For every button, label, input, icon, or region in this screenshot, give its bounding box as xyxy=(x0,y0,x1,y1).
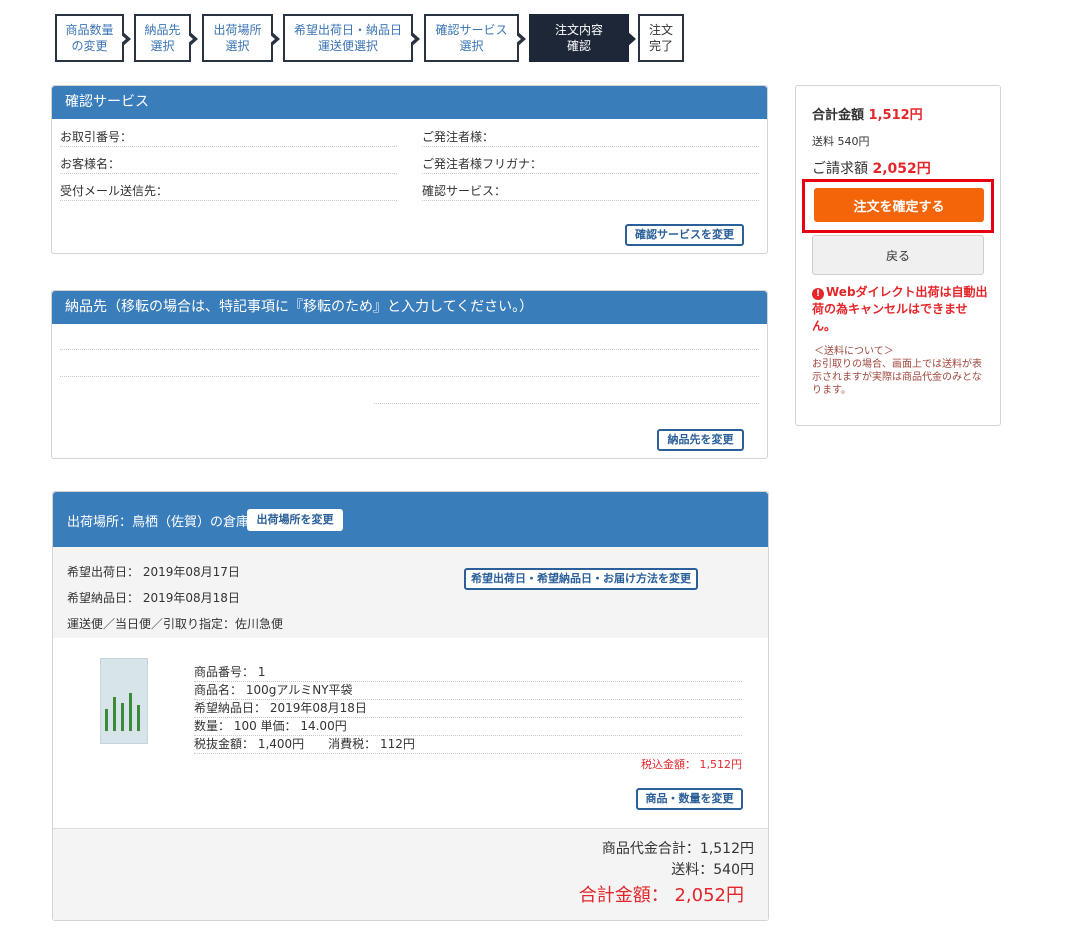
step-complete: 注文 完了 xyxy=(638,14,684,62)
panel-title: 確認サービス xyxy=(52,86,767,119)
step-location[interactable]: 出荷場所 選択 xyxy=(202,14,280,62)
ship-date: 希望出荷日： 2019年08月17日 xyxy=(67,565,240,579)
product-number: 商品番号： 1 xyxy=(194,664,742,682)
step-label: 注文内容 確認 xyxy=(554,23,603,53)
step-date[interactable]: 希望出荷日・納品日 運送便選択 xyxy=(283,14,420,62)
cancel-warning: ! Webダイレクト出荷は自動出荷の為キャンセルはできません。 xyxy=(812,284,990,335)
product-image-stroke xyxy=(105,709,108,731)
change-location-button[interactable]: 出荷場所を変更 xyxy=(247,509,343,531)
bill-value: 2,052円 xyxy=(872,161,931,177)
grand-total: 合計金額： 2,052円 xyxy=(578,885,744,906)
sidebar-shipping: 送料 540円 xyxy=(812,135,870,148)
confirm-highlight: 注文を確定する xyxy=(802,179,994,233)
carrier: 運送便／当日便／引取り指定：佐川急便 xyxy=(67,617,284,631)
step-label: 注文 完了 xyxy=(648,23,673,53)
shipping-panel: 出荷場所：鳥栖（佐賀）の倉庫 出荷場所を変更 希望出荷日： 2019年08月17… xyxy=(52,491,769,921)
tax-included-amount: 税込金額： 1,512円 xyxy=(641,758,742,771)
chevron-right-icon xyxy=(186,31,198,47)
mail-to-field: 受付メール送信先： xyxy=(60,183,397,201)
product-image-stroke xyxy=(129,693,132,731)
product-image xyxy=(100,658,148,744)
item-desired-date: 希望納品日： 2019年08月18日 xyxy=(194,700,742,718)
quantity-unit-price: 数量： 100 単価： 14.00円 xyxy=(194,718,742,736)
step-label: 商品数量 の変更 xyxy=(65,23,114,53)
step-label: 出荷場所 選択 xyxy=(213,23,262,53)
step-service[interactable]: 確認サービス 選択 xyxy=(424,14,526,62)
shipping-location-title: 出荷場所：鳥栖（佐賀）の倉庫 xyxy=(67,515,250,530)
change-service-button[interactable]: 確認サービスを変更 xyxy=(625,224,744,246)
shipping-info: 希望出荷日： 2019年08月17日 希望納品日： 2019年08月18日 運送… xyxy=(53,547,768,638)
shipping-note: ＜送料について＞ お引取りの場合、画面上では送料が表示されますが実際は商品代金の… xyxy=(812,345,990,397)
note-title: ＜送料について＞ xyxy=(814,346,894,357)
product-image-stroke xyxy=(113,697,116,731)
step-label: 希望出荷日・納品日 運送便選択 xyxy=(293,23,402,53)
orderer-kana-field: ご発注者様フリガナ： xyxy=(422,156,759,174)
divider xyxy=(60,349,759,350)
change-date-button[interactable]: 希望出荷日・希望納品日・お届け方法を変更 xyxy=(464,568,698,590)
delivery-date: 希望納品日： 2019年08月18日 xyxy=(67,591,240,605)
exclamation-icon: ! xyxy=(812,288,824,300)
total-label: 合計金額 xyxy=(812,108,865,123)
divider xyxy=(374,403,759,404)
warning-text: Webダイレクト出荷は自動出荷の為キャンセルはできません。 xyxy=(812,285,988,333)
chevron-right-icon xyxy=(627,31,636,47)
totals: 商品代金合計：1,512円 送料：540円 合計金額： 2,052円 xyxy=(53,828,768,920)
shipping-fee: 送料：540円 xyxy=(671,862,754,878)
confirm-order-button[interactable]: 注文を確定する xyxy=(814,188,984,222)
total-value: 1,512円 xyxy=(868,108,923,123)
delivery-panel: 納品先（移転の場合は、特記事項に『移転のため』と入力してください。） 納品先を変… xyxy=(51,290,768,459)
order-number-field: お取引番号： xyxy=(60,129,397,147)
change-delivery-button[interactable]: 納品先を変更 xyxy=(657,429,744,451)
step-label: 確認サービス 選択 xyxy=(435,23,508,53)
product-image-stroke xyxy=(137,705,140,731)
bill-label: ご請求額 xyxy=(812,161,868,177)
change-item-button[interactable]: 商品・数量を変更 xyxy=(636,788,743,810)
step-quantity[interactable]: 商品数量 の変更 xyxy=(55,14,131,62)
product-image-stroke xyxy=(121,703,124,731)
orderer-field: ご発注者様： xyxy=(422,129,759,147)
panel-title: 納品先（移転の場合は、特記事項に『移転のため』と入力してください。） xyxy=(52,291,767,324)
amount-tax: 税抜金額： 1,400円 消費税： 112円 xyxy=(194,736,742,754)
billing-amount: ご請求額 2,052円 xyxy=(812,158,931,178)
service-field: 確認サービス： xyxy=(422,183,759,201)
shipping-header: 出荷場所：鳥栖（佐賀）の倉庫 出荷場所を変更 xyxy=(53,492,768,547)
product-name: 商品名： 100gアルミNY平袋 xyxy=(194,682,742,700)
divider xyxy=(60,376,759,377)
chevron-right-icon xyxy=(119,31,131,47)
total-amount: 合計金額 1,512円 xyxy=(812,104,923,123)
confirm-service-panel: 確認サービス お取引番号： ご発注者様： お客様名： ご発注者様フリガナ： 受付… xyxy=(51,85,768,254)
step-delivery[interactable]: 納品先 選択 xyxy=(134,14,198,62)
customer-name-field: お客様名： xyxy=(60,156,397,174)
step-label: 納品先 選択 xyxy=(144,23,181,53)
chevron-right-icon xyxy=(514,31,526,47)
order-summary: 合計金額 1,512円 送料 540円 ご請求額 2,052円 注文を確定する … xyxy=(795,85,1001,426)
item-row: 商品番号： 1 商品名： 100gアルミNY平袋 希望納品日： 2019年08月… xyxy=(53,638,768,828)
chevron-right-icon xyxy=(408,31,420,47)
note-body: お引取りの場合、画面上では送料が表示されますが実際は商品代金のみとなります。 xyxy=(812,359,982,396)
back-button[interactable]: 戻る xyxy=(812,235,984,275)
chevron-right-icon xyxy=(268,31,280,47)
step-confirm: 注文内容 確認 xyxy=(529,14,636,62)
subtotal: 商品代金合計：1,512円 xyxy=(601,841,754,857)
